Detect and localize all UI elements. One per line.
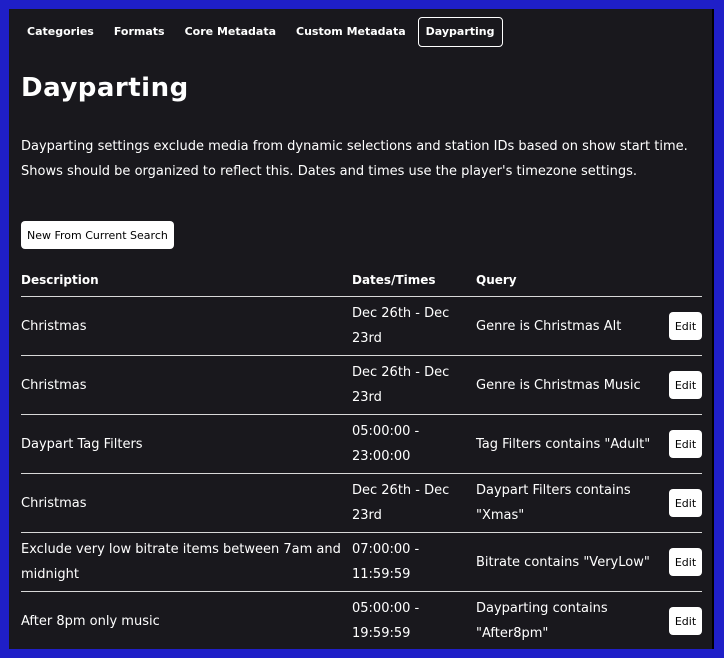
edit-button[interactable]: Edit bbox=[669, 548, 702, 576]
row-description: Christmas bbox=[21, 495, 87, 511]
row-query: Genre is Christmas Alt bbox=[476, 318, 622, 334]
table-row: Christmas Dec 26th - Dec 23rd Daypart Fi… bbox=[21, 474, 702, 533]
edit-button[interactable]: Edit bbox=[669, 489, 702, 517]
new-from-current-search-button[interactable]: New From Current Search bbox=[21, 221, 174, 249]
metadata-tabs: Categories Formats Core Metadata Custom … bbox=[19, 17, 503, 47]
row-description: Christmas bbox=[21, 377, 87, 393]
row-description: Daypart Tag Filters bbox=[21, 436, 143, 452]
table-header: Description Dates/Times Query bbox=[21, 264, 702, 297]
column-header-query: Query bbox=[476, 273, 517, 287]
row-query: Genre is Christmas Music bbox=[476, 377, 641, 393]
column-header-description: Description bbox=[21, 273, 99, 287]
page-title: Dayparting bbox=[21, 73, 189, 103]
tab-formats[interactable]: Formats bbox=[106, 17, 173, 47]
row-dates: Dec 26th - Dec 23rd bbox=[352, 365, 450, 405]
table-row: Daypart Tag Filters 05:00:00 - 23:00:00 … bbox=[21, 415, 702, 474]
tab-custom-metadata[interactable]: Custom Metadata bbox=[288, 17, 414, 47]
edit-button[interactable]: Edit bbox=[669, 312, 702, 340]
row-description: After 8pm only music bbox=[21, 613, 160, 629]
row-description: Christmas bbox=[21, 318, 87, 334]
row-query: Bitrate contains "VeryLow" bbox=[476, 554, 650, 570]
dayparting-panel: Categories Formats Core Metadata Custom … bbox=[9, 9, 714, 649]
edit-button[interactable]: Edit bbox=[669, 371, 702, 399]
tab-categories[interactable]: Categories bbox=[19, 17, 102, 47]
page-description: Dayparting settings exclude media from d… bbox=[21, 139, 688, 179]
tab-dayparting[interactable]: Dayparting bbox=[417, 17, 503, 47]
row-dates: 07:00:00 - 11:59:59 bbox=[352, 542, 420, 582]
tab-core-metadata[interactable]: Core Metadata bbox=[177, 17, 284, 47]
table-row: Christmas Dec 26th - Dec 23rd Genre is C… bbox=[21, 356, 702, 415]
table-row: Exclude very low bitrate items between 7… bbox=[21, 533, 702, 592]
dayparting-table: Description Dates/Times Query Christmas … bbox=[21, 264, 702, 649]
column-header-dates: Dates/Times bbox=[352, 273, 436, 287]
table-row: Christmas Dec 26th - Dec 23rd Genre is C… bbox=[21, 297, 702, 356]
edit-button[interactable]: Edit bbox=[669, 607, 702, 635]
row-query: Dayparting contains "After8pm" bbox=[476, 601, 608, 641]
row-dates: 05:00:00 - 23:00:00 bbox=[352, 424, 420, 464]
table-row: After 8pm only music 05:00:00 - 19:59:59… bbox=[21, 592, 702, 649]
edit-button[interactable]: Edit bbox=[669, 430, 702, 458]
row-dates: Dec 26th - Dec 23rd bbox=[352, 483, 450, 523]
row-dates: Dec 26th - Dec 23rd bbox=[352, 306, 450, 346]
row-dates: 05:00:00 - 19:59:59 bbox=[352, 601, 420, 641]
row-query: Daypart Filters contains "Xmas" bbox=[476, 483, 631, 523]
row-query: Tag Filters contains "Adult" bbox=[476, 436, 651, 452]
row-description: Exclude very low bitrate items between 7… bbox=[21, 542, 341, 582]
